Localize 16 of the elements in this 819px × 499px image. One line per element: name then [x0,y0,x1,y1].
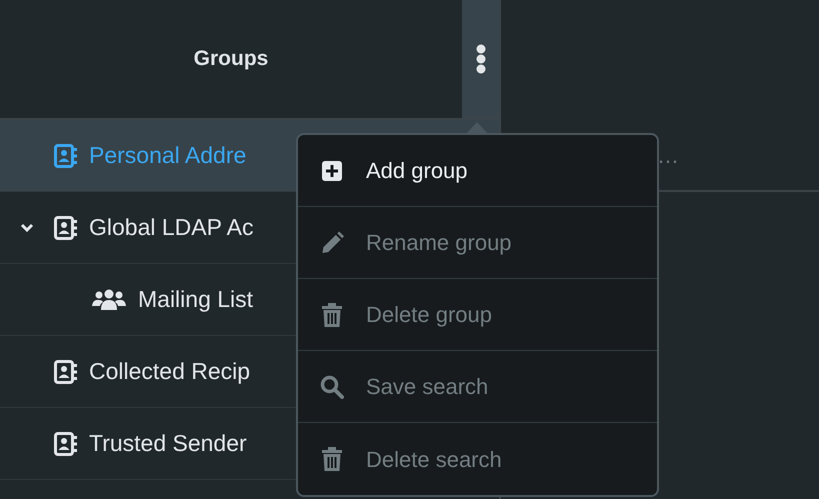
more-options-button[interactable] [462,0,499,118]
address-book-icon [54,144,77,168]
trash-icon [322,447,342,471]
pencil-icon [320,231,344,254]
address-book-icon [54,360,77,384]
contact-text: … [657,142,679,170]
plus-icon [322,160,342,180]
menu-item[interactable]: Add group [298,135,657,207]
address-book-icon [54,216,77,240]
address-book-icon [54,432,77,456]
people-icon [92,288,126,310]
search-icon [320,374,344,398]
trash-icon [322,302,342,326]
chevron-icon [20,222,34,234]
panel-title: Groups [192,46,270,72]
more-icon [476,44,486,74]
